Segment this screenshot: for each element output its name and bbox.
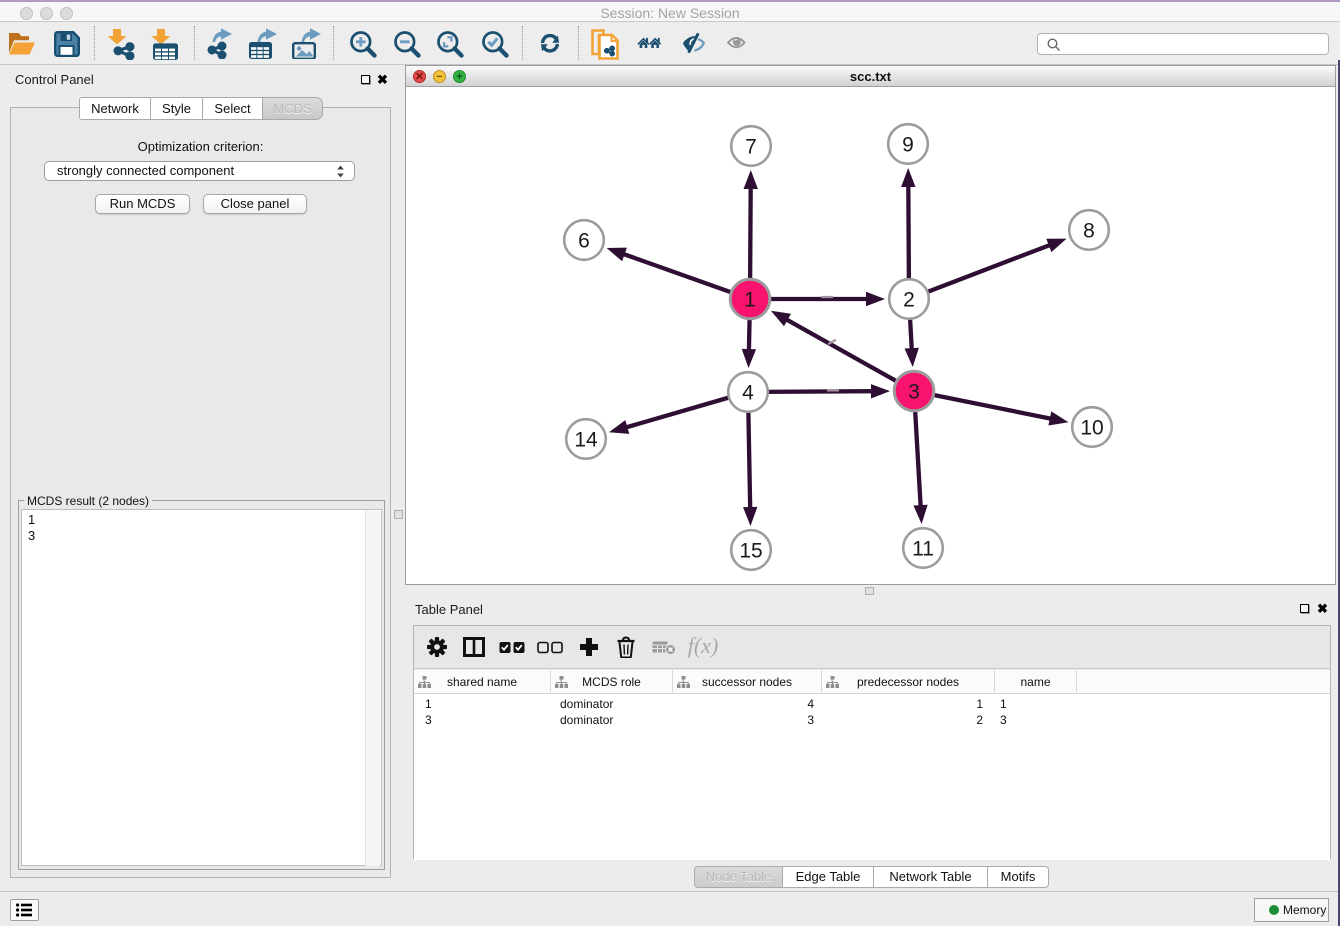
svg-text:7: 7: [745, 136, 757, 159]
svg-text:2: 2: [903, 289, 915, 312]
svg-text:9: 9: [902, 134, 914, 157]
svg-text:15: 15: [739, 540, 762, 563]
svg-text:8: 8: [1083, 220, 1095, 243]
svg-text:f(x): f(x): [688, 635, 719, 658]
svg-text:3: 3: [908, 381, 920, 404]
svg-text:14: 14: [574, 429, 598, 452]
svg-text:11: 11: [912, 538, 934, 561]
svg-text:6: 6: [578, 230, 590, 253]
svg-text:10: 10: [1080, 417, 1103, 440]
svg-text:4: 4: [742, 382, 754, 405]
svg-text:1: 1: [744, 289, 756, 312]
